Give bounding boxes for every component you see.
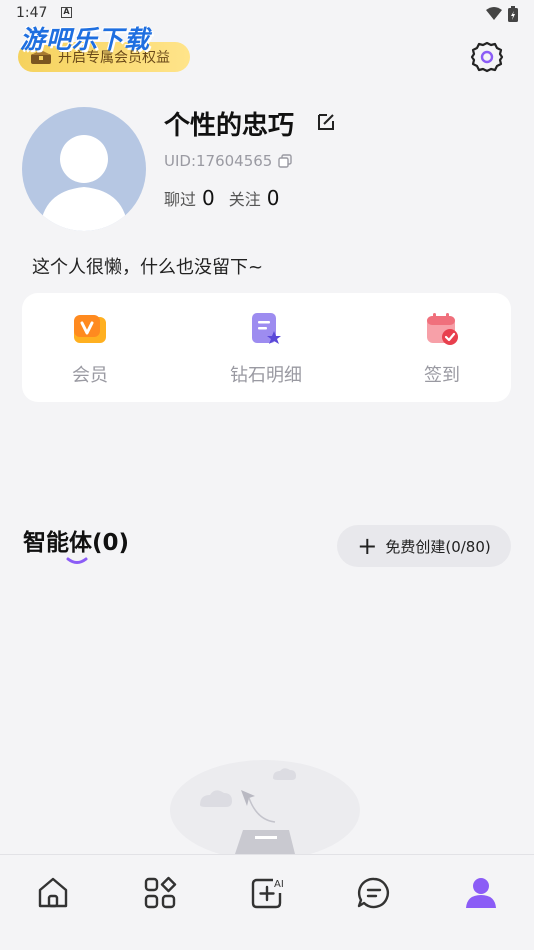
- quick-action-checkin[interactable]: 签到: [362, 293, 522, 402]
- profile-uid: UID:17604565: [164, 152, 273, 170]
- quick-action-checkin-label: 签到: [424, 365, 460, 386]
- diamond-detail-icon: [252, 313, 281, 344]
- quick-action-vip-label: 会员: [72, 365, 108, 386]
- battery-icon: [508, 6, 518, 22]
- following-count: 0: [266, 186, 280, 210]
- settings-gear-icon[interactable]: [470, 40, 504, 74]
- quick-actions-card: 会员 钻石明细 签到: [22, 293, 511, 402]
- svg-text:AI: AI: [274, 879, 284, 890]
- wifi-icon: [486, 7, 502, 20]
- vip-icon: [74, 315, 106, 343]
- copy-icon[interactable]: [278, 154, 292, 168]
- status-icons: [486, 6, 518, 22]
- quick-action-diamond-detail[interactable]: 钻石明细: [186, 293, 346, 402]
- notification-a-icon: A: [61, 7, 72, 18]
- plus-icon: +: [357, 532, 378, 560]
- profile-stats: 聊过 0 关注 0: [164, 186, 294, 210]
- watermark-logo: 游吧乐下载: [20, 25, 151, 54]
- status-time: 1:47: [16, 5, 48, 21]
- following-label: 关注: [228, 190, 261, 209]
- quick-action-vip[interactable]: 会员: [10, 293, 170, 402]
- profile-name: 个性的忠巧: [164, 111, 295, 141]
- avatar[interactable]: [22, 107, 146, 231]
- empty-state-illustration: [170, 760, 360, 860]
- quick-action-diamond-detail-label: 钻石明细: [230, 365, 302, 386]
- grid-icon[interactable]: [140, 873, 180, 913]
- chat-icon[interactable]: [354, 873, 394, 913]
- edit-icon[interactable]: [316, 112, 336, 132]
- agents-title: 智能体(0): [23, 530, 130, 556]
- agents-underline-decoration: [66, 557, 88, 564]
- calendar-check-icon: [427, 313, 458, 345]
- bottom-nav: AI: [0, 854, 534, 950]
- ai-add-icon[interactable]: AI: [247, 873, 287, 913]
- home-icon[interactable]: [33, 873, 73, 913]
- chatted-label: 聊过: [164, 190, 197, 209]
- user-icon[interactable]: [461, 873, 501, 913]
- profile-bio: 这个人很懒，什么也没留下~: [32, 257, 264, 278]
- create-agent-label: 免费创建(0/80): [385, 537, 491, 556]
- create-agent-button[interactable]: + 免费创建(0/80): [337, 525, 511, 567]
- default-user-avatar-icon: [40, 135, 128, 231]
- chatted-count: 0: [202, 186, 215, 210]
